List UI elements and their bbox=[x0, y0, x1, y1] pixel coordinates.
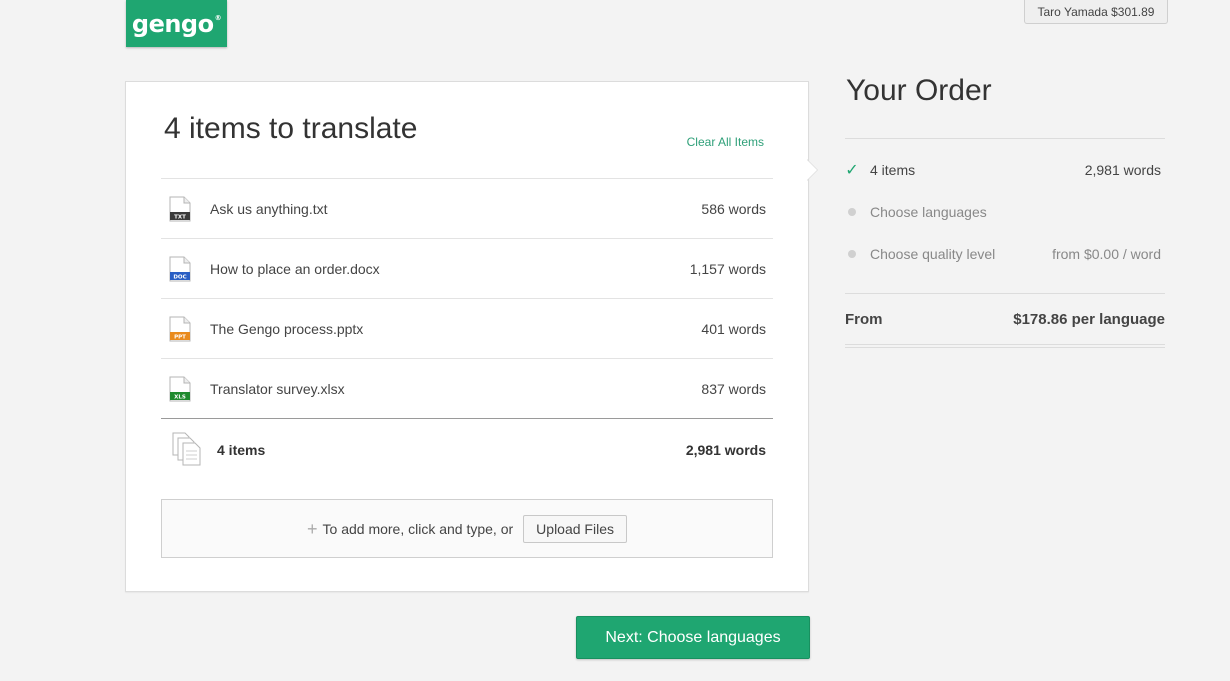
file-row[interactable]: PPT The Gengo process.pptx 401 words bbox=[161, 299, 773, 359]
file-word-count: 837 words bbox=[701, 380, 766, 397]
order-step-languages: Choose languages bbox=[845, 201, 1165, 223]
clear-all-items-link[interactable]: Clear All Items bbox=[687, 135, 764, 149]
logo-registered-mark: ® bbox=[214, 13, 222, 22]
order-step-quality: Choose quality level from $0.00 / word bbox=[845, 243, 1165, 265]
logo-text: gengo bbox=[131, 9, 214, 38]
next-choose-languages-button[interactable]: Next: Choose languages bbox=[576, 616, 810, 659]
order-title: Your Order bbox=[846, 74, 992, 107]
check-icon: ✓ bbox=[845, 162, 859, 179]
page: gengo ® Taro Yamada $301.89 4 items to tr… bbox=[0, 0, 1230, 681]
file-type-label: TXT bbox=[174, 214, 186, 220]
file-name: How to place an order.docx bbox=[210, 260, 380, 277]
file-word-count: 1,157 words bbox=[689, 260, 766, 277]
stacked-files-icon bbox=[172, 432, 201, 466]
page-title: 4 items to translate bbox=[164, 112, 418, 145]
order-divider bbox=[845, 347, 1165, 348]
file-name: The Gengo process.pptx bbox=[210, 320, 364, 337]
order-languages-label: Choose languages bbox=[870, 204, 987, 220]
account-balance-button[interactable]: Taro Yamada $301.89 bbox=[1024, 0, 1168, 24]
file-row[interactable]: TXT Ask us anything.txt 586 words bbox=[161, 179, 773, 239]
pending-dot-icon bbox=[845, 208, 859, 216]
file-row[interactable]: XLS Translator survey.xlsx 837 words bbox=[161, 359, 773, 418]
total-items-label: 4 items bbox=[217, 441, 266, 458]
txt-file-icon: TXT bbox=[169, 196, 191, 221]
total-word-count: 2,981 words bbox=[685, 441, 766, 458]
plus-icon: + bbox=[307, 518, 318, 539]
add-more-hint: To add more, click and type, or bbox=[322, 520, 514, 537]
card-pointer bbox=[807, 160, 817, 180]
file-type-label: PPT bbox=[174, 334, 186, 340]
order-from-label: From bbox=[845, 310, 883, 328]
order-step-items: ✓ 4 items 2,981 words bbox=[845, 159, 1165, 181]
items-card: 4 items to translate Clear All Items TXT… bbox=[125, 81, 809, 592]
order-divider bbox=[845, 138, 1165, 139]
order-divider bbox=[845, 344, 1165, 345]
upload-files-button[interactable]: Upload Files bbox=[523, 514, 627, 543]
file-list: TXT Ask us anything.txt 586 words DOC Ho… bbox=[161, 178, 773, 418]
order-price-row: From $178.86 per language bbox=[845, 308, 1165, 330]
order-from-value: $178.86 per language bbox=[1013, 310, 1165, 328]
file-type-label: DOC bbox=[173, 274, 186, 280]
add-text-area[interactable]: + To add more, click and type, or Upload… bbox=[161, 499, 773, 558]
ppt-file-icon: PPT bbox=[169, 316, 191, 341]
order-items-label: 4 items bbox=[870, 162, 916, 178]
file-word-count: 586 words bbox=[701, 200, 766, 217]
gengo-logo[interactable]: gengo ® bbox=[126, 0, 227, 47]
file-row[interactable]: DOC How to place an order.docx 1,157 wor… bbox=[161, 239, 773, 299]
xls-file-icon: XLS bbox=[169, 376, 191, 401]
file-name: Translator survey.xlsx bbox=[210, 380, 345, 397]
order-quality-value: from $0.00 / word bbox=[1052, 246, 1161, 262]
file-word-count: 401 words bbox=[701, 320, 766, 337]
doc-file-icon: DOC bbox=[169, 256, 191, 281]
file-name: Ask us anything.txt bbox=[210, 200, 328, 217]
file-type-label: XLS bbox=[174, 394, 186, 400]
order-quality-label: Choose quality level bbox=[870, 246, 996, 262]
total-row: 4 items 2,981 words bbox=[161, 418, 773, 480]
order-items-value: 2,981 words bbox=[1084, 162, 1161, 178]
order-divider bbox=[845, 293, 1165, 294]
pending-dot-icon bbox=[845, 250, 859, 258]
